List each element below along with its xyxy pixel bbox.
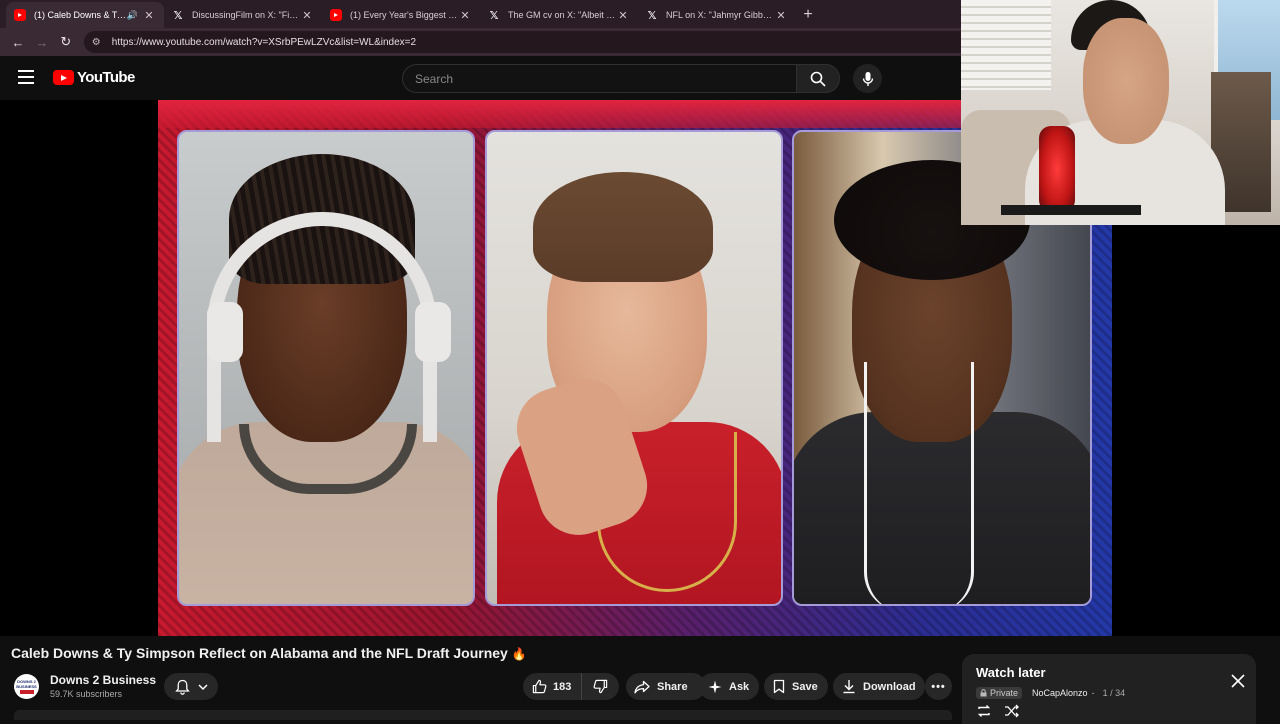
ask-button[interactable]: Ask xyxy=(699,673,759,700)
tab-title: DiscussingFilm on X: "First traile xyxy=(192,10,300,20)
search-button[interactable] xyxy=(796,64,840,93)
loop-icon[interactable] xyxy=(976,704,992,718)
tab-title: (1) Every Year's Biggest NFL Dra xyxy=(350,10,458,20)
youtube-play-icon xyxy=(53,70,74,85)
back-arrow-icon[interactable]: ← xyxy=(6,30,30,54)
channel-name[interactable]: Downs 2 Business xyxy=(50,673,156,687)
tab-title: The GM cv on X: "Albeit I don't xyxy=(508,10,616,20)
sparkle-icon xyxy=(708,680,722,693)
lock-icon xyxy=(980,689,987,697)
like-dislike-group: 183 xyxy=(523,673,619,700)
dislike-button[interactable] xyxy=(582,673,619,700)
separator: - xyxy=(1091,688,1095,698)
notifications-button[interactable] xyxy=(164,673,218,700)
channel-avatar[interactable]: DOWNS 2 BUSINESS xyxy=(14,674,39,699)
x-icon: 𝕏 xyxy=(489,9,499,22)
search-input[interactable]: Search xyxy=(402,64,796,93)
youtube-icon xyxy=(14,9,26,21)
playlist-owner[interactable]: NoCapAlonzo xyxy=(1032,688,1088,698)
like-count: 183 xyxy=(553,680,572,693)
close-tab-icon[interactable]: ✕ xyxy=(458,9,472,22)
forward-arrow-icon[interactable]: → xyxy=(30,30,54,54)
youtube-logo[interactable]: YouTube xyxy=(53,69,135,86)
download-button[interactable]: Download xyxy=(833,673,925,700)
playlist-meta: Private NoCapAlonzo - 1 / 34 xyxy=(976,687,1125,699)
video-title: Caleb Downs & Ty Simpson Reflect on Alab… xyxy=(11,645,527,661)
save-label: Save xyxy=(792,680,818,693)
shuffle-icon[interactable] xyxy=(1004,704,1020,718)
fire-emoji: 🔥 xyxy=(511,647,527,661)
more-icon: ••• xyxy=(931,680,946,693)
download-label: Download xyxy=(863,680,916,693)
close-tab-icon[interactable]: ✕ xyxy=(300,9,314,22)
browser-tab-3[interactable]: (1) Every Year's Biggest NFL Dra ✕ xyxy=(322,2,480,28)
tab-title: (1) Caleb Downs & Ty Simpson xyxy=(34,10,127,20)
url-text: https://www.youtube.com/watch?v=XSrbPEwL… xyxy=(111,36,417,48)
playlist-title[interactable]: Watch later xyxy=(976,665,1046,680)
search-icon xyxy=(810,71,826,87)
close-tab-icon[interactable]: ✕ xyxy=(774,9,788,22)
new-tab-button[interactable]: + xyxy=(796,2,820,28)
browser-tab-2[interactable]: 𝕏 DiscussingFilm on X: "First traile ✕ xyxy=(164,2,322,28)
browser-tab-5[interactable]: 𝕏 NFL on X: "Jahmyr Gibbs' new l ✕ xyxy=(638,2,796,28)
thumbs-down-icon xyxy=(593,679,608,694)
site-info-icon[interactable]: ⚙ xyxy=(92,37,106,48)
share-button[interactable]: Share xyxy=(626,673,706,700)
save-button[interactable]: Save xyxy=(764,673,828,700)
playlist-panel: Watch later Private NoCapAlonzo - 1 / 34 xyxy=(962,654,1256,724)
bell-icon xyxy=(174,679,190,695)
speaker-icon[interactable]: 🔊 xyxy=(127,10,138,21)
menu-icon[interactable] xyxy=(18,70,34,84)
download-icon xyxy=(843,680,855,694)
more-actions-button[interactable]: ••• xyxy=(925,673,952,700)
browser-tab-1[interactable]: (1) Caleb Downs & Ty Simpson 🔊 ✕ xyxy=(6,2,164,28)
video-participant-1 xyxy=(177,130,475,606)
share-label: Share xyxy=(657,680,688,693)
subscriber-count: 59.7K subscribers xyxy=(50,689,123,699)
playlist-position: 1 / 34 xyxy=(1102,688,1126,698)
microphone-icon xyxy=(862,71,873,86)
close-tab-icon[interactable]: ✕ xyxy=(142,9,156,22)
close-icon[interactable] xyxy=(1230,673,1246,689)
ask-label: Ask xyxy=(729,680,750,693)
bookmark-icon xyxy=(773,679,785,694)
thumbs-up-icon xyxy=(532,679,547,694)
x-icon: 𝕏 xyxy=(173,9,183,22)
tab-title: NFL on X: "Jahmyr Gibbs' new l xyxy=(666,10,774,20)
privacy-label: Private xyxy=(990,688,1019,698)
reload-icon[interactable]: ↻ xyxy=(54,30,78,54)
youtube-icon xyxy=(330,9,342,21)
close-tab-icon[interactable]: ✕ xyxy=(616,9,630,22)
webcam-overlay xyxy=(961,0,1280,225)
channel-avatar-text: DOWNS 2 BUSINESS xyxy=(16,679,37,689)
share-icon xyxy=(634,680,650,693)
video-title-text: Caleb Downs & Ty Simpson Reflect on Alab… xyxy=(11,645,508,661)
privacy-badge: Private xyxy=(976,687,1023,699)
like-button[interactable]: 183 xyxy=(523,673,583,700)
microphone-light xyxy=(1039,126,1075,212)
voice-search-button[interactable] xyxy=(853,64,882,93)
youtube-wordmark: YouTube xyxy=(77,69,135,86)
description-box-edge xyxy=(14,710,952,720)
video-participant-2 xyxy=(485,130,783,606)
chevron-down-icon xyxy=(197,683,208,690)
playlist-controls xyxy=(976,704,1020,718)
x-icon: 𝕏 xyxy=(647,9,657,22)
browser-tab-4[interactable]: 𝕏 The GM cv on X: "Albeit I don't ✕ xyxy=(480,2,638,28)
